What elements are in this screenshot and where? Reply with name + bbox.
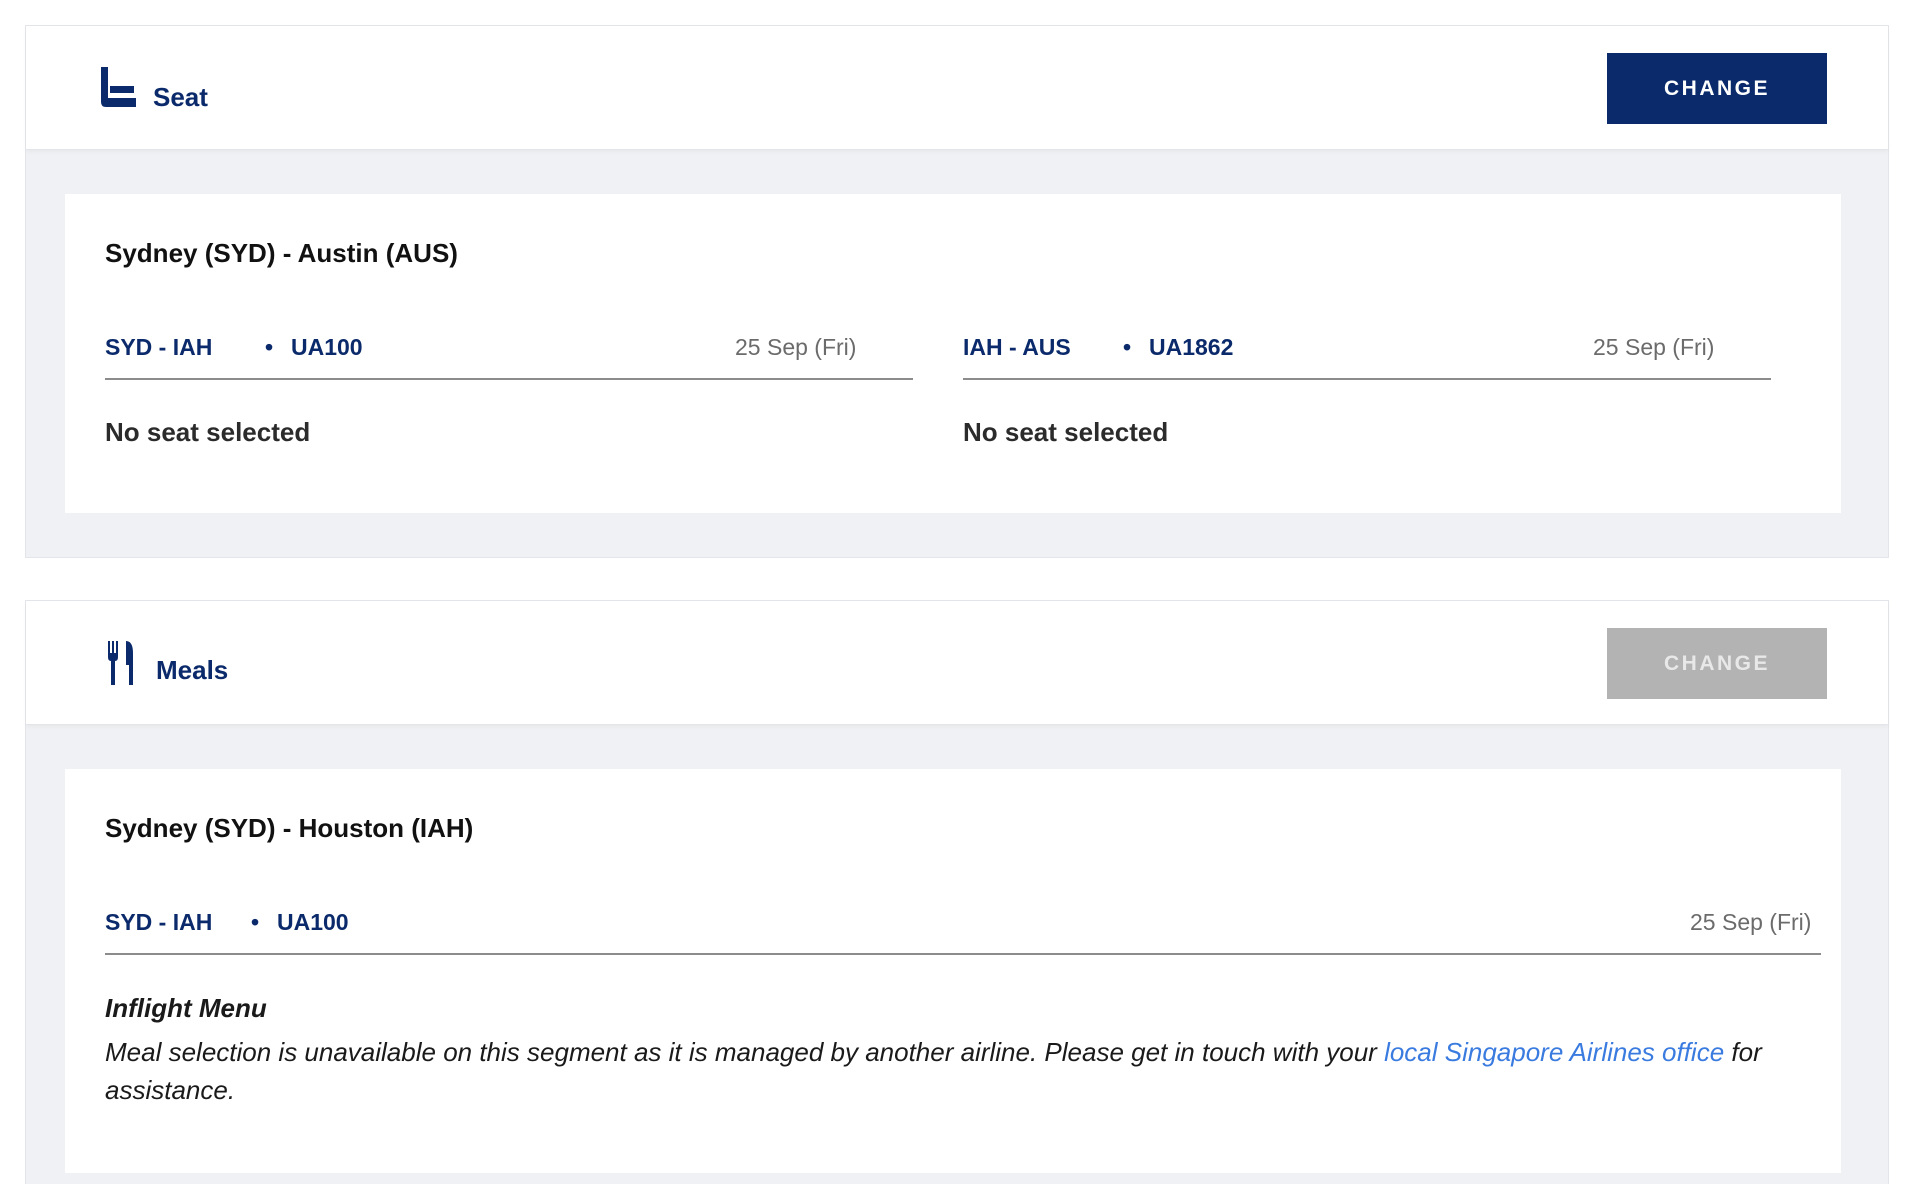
seat-status: No seat selected xyxy=(105,417,311,447)
seat-section-header: Seat CHANGE xyxy=(26,26,1888,150)
meals-route-card: Sydney (SYD) - Houston (IAH) SYD - IAH •… xyxy=(65,769,1841,1173)
meal-unavailable-message: Meal selection is unavailable on this se… xyxy=(105,1033,1825,1109)
segment-route: SYD - IAH xyxy=(105,909,213,935)
meals-change-button[interactable]: CHANGE xyxy=(1607,628,1827,699)
meals-section-header: Meals CHANGE xyxy=(26,601,1888,725)
flight-number: UA100 xyxy=(277,909,349,935)
section-title: Meals xyxy=(156,655,229,685)
flight-number: UA100 xyxy=(291,334,363,360)
segment-header: SYD - IAH • UA100 25 Sep (Fri) xyxy=(105,895,1821,955)
seat-status: No seat selected xyxy=(963,417,1169,447)
message-text: Meal selection is unavailable on this se… xyxy=(105,1037,1385,1067)
local-office-link[interactable]: local Singapore Airlines office xyxy=(1384,1037,1724,1067)
seat-route-card: Sydney (SYD) - Austin (AUS) SYD - IAH • … xyxy=(65,194,1841,513)
route-title: Sydney (SYD) - Austin (AUS) xyxy=(105,238,458,268)
segment-header: SYD - IAH • UA100 25 Sep (Fri) xyxy=(105,320,913,380)
route-title: Sydney (SYD) - Houston (IAH) xyxy=(105,813,474,843)
seat-section: Seat CHANGE Sydney (SYD) - Austin (AUS) … xyxy=(25,25,1889,558)
inflight-menu-title: Inflight Menu xyxy=(105,993,267,1023)
fork-knife-icon xyxy=(106,639,136,692)
segment-route: IAH - AUS xyxy=(963,334,1071,360)
flight-date: 25 Sep (Fri) xyxy=(1593,334,1715,360)
flight-date: 25 Sep (Fri) xyxy=(735,334,857,360)
separator-dot: • xyxy=(265,334,274,360)
divider xyxy=(105,953,1821,955)
section-title: Seat xyxy=(153,82,208,112)
seat-change-button[interactable]: CHANGE xyxy=(1607,53,1827,124)
flight-date: 25 Sep (Fri) xyxy=(1690,909,1812,935)
meals-section: Meals CHANGE Sydney (SYD) - Houston (IAH… xyxy=(25,600,1889,1184)
divider xyxy=(963,378,1771,380)
separator-dot: • xyxy=(251,909,260,935)
segment-route: SYD - IAH xyxy=(105,334,213,360)
seat-icon xyxy=(98,64,140,115)
flight-number: UA1862 xyxy=(1149,334,1234,360)
segment-header: IAH - AUS • UA1862 25 Sep (Fri) xyxy=(963,320,1771,380)
separator-dot: • xyxy=(1123,334,1132,360)
divider xyxy=(105,378,913,380)
